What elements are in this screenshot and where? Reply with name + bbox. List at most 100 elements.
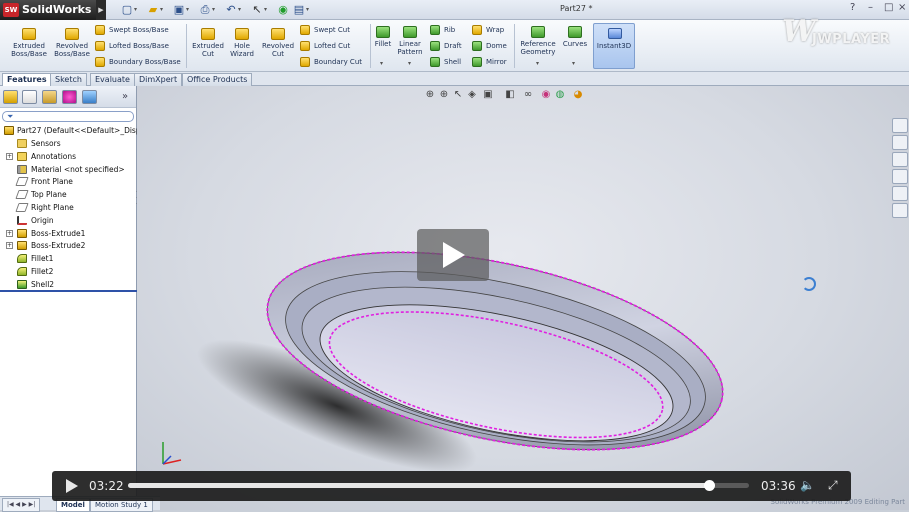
tab-features[interactable]: Features	[2, 73, 52, 87]
options-dropdown-icon[interactable]: ▾	[306, 3, 313, 17]
print-icon[interactable]: ⎙	[198, 3, 212, 17]
tab-sketch[interactable]: Sketch	[50, 73, 87, 86]
instant3d-button[interactable]: Instant3D	[593, 23, 635, 69]
play-icon[interactable]	[66, 479, 78, 493]
restore-button[interactable]: □	[884, 2, 893, 13]
reference-geometry-label: Reference Geometry	[520, 40, 556, 56]
play-icon	[443, 242, 465, 268]
open-dropdown-icon[interactable]: ▾	[160, 3, 167, 17]
fm-expand-icon[interactable]: »	[122, 91, 128, 102]
hole-wizard-button[interactable]: Hole Wizard	[227, 28, 257, 58]
curves-button[interactable]: Curves	[561, 26, 589, 48]
curves-dropdown-icon[interactable]: ▾	[572, 60, 575, 67]
draft-button[interactable]: Draft	[430, 40, 462, 52]
video-seek-handle[interactable]	[703, 480, 715, 491]
linear-pattern-button[interactable]: Linear Pattern	[396, 26, 424, 56]
rebuild-icon[interactable]: ◉	[276, 3, 290, 17]
anno-icon	[17, 151, 27, 161]
feature-tree-filter[interactable]: ⏷	[2, 111, 134, 122]
revolved-cut-button[interactable]: Revolved Cut	[259, 28, 297, 58]
extruded-cut-button[interactable]: Extruded Cut	[190, 28, 226, 58]
dimxpert-manager-icon[interactable]	[62, 90, 77, 104]
help-button[interactable]: ?	[850, 2, 855, 13]
feature-tree-item-label: Boss-Extrude2	[31, 241, 86, 251]
reference-geometry-icon	[531, 26, 545, 38]
video-seek-bar[interactable]	[128, 480, 749, 491]
new-dropdown-icon[interactable]: ▾	[134, 3, 141, 17]
design-library-icon[interactable]	[892, 135, 908, 150]
configuration-manager-icon[interactable]	[42, 90, 57, 104]
new-icon[interactable]: ▢	[120, 3, 134, 17]
menu-flyout-arrow[interactable]: ▶	[96, 0, 106, 20]
swept-cut-button[interactable]: Swept Cut	[300, 24, 350, 36]
rollback-bar[interactable]	[0, 290, 137, 292]
feature-tree-item-label: Right Plane	[31, 203, 74, 212]
appearances-icon[interactable]	[892, 186, 908, 201]
select-icon[interactable]: ↖	[250, 3, 264, 17]
lofted-cut-button[interactable]: Lofted Cut	[300, 40, 350, 52]
feature-tree-item-label: Boss-Extrude1	[31, 228, 86, 238]
undo-dropdown-icon[interactable]: ▾	[238, 3, 245, 17]
extruded-cut-icon	[201, 28, 215, 40]
boundary-boss-button[interactable]: Boundary Boss/Base	[95, 56, 181, 68]
shell-button[interactable]: Shell	[430, 56, 461, 68]
solidworks-logo[interactable]: SW SolidWorks	[0, 0, 96, 20]
fillet-label: Fillet	[374, 40, 392, 48]
lofted-boss-button[interactable]: Lofted Boss/Base	[95, 40, 169, 52]
video-progress-fill	[128, 483, 709, 488]
app-name: SolidWorks	[22, 3, 92, 16]
save-icon[interactable]: ▣	[172, 3, 186, 17]
reference-geometry-button[interactable]: Reference Geometry	[518, 26, 558, 56]
wrap-button[interactable]: Wrap	[472, 24, 504, 36]
tab-office-products[interactable]: Office Products	[182, 73, 253, 86]
expand-icon[interactable]: +	[6, 229, 13, 237]
fillet-icon	[17, 267, 27, 276]
graphics-viewport[interactable]: ⊕ ⊕ ↖ ◈ ▣ ◧ ∞ ◉ ◍ ◕ ▭ ×	[137, 86, 909, 510]
swept-boss-button[interactable]: Swept Boss/Base	[95, 24, 169, 36]
ribbon-separator	[186, 24, 187, 68]
fillet-button[interactable]: Fillet	[373, 26, 393, 48]
current-time: 03:22	[89, 479, 124, 493]
fillet-dropdown-icon[interactable]: ▾	[380, 60, 383, 67]
draft-icon	[430, 41, 440, 51]
reference-geometry-dropdown-icon[interactable]: ▾	[536, 60, 539, 67]
revolved-boss-button[interactable]: Revolved Boss/Base	[52, 28, 92, 58]
minimize-button[interactable]: –	[868, 2, 873, 13]
property-manager-icon[interactable]	[22, 90, 37, 104]
swept-cut-icon	[300, 25, 310, 35]
rotate-view-icon[interactable]	[802, 277, 816, 291]
solidworks-logo-mark: SW	[3, 3, 19, 17]
rib-button[interactable]: Rib	[430, 24, 455, 36]
fullscreen-icon[interactable]: ⤢	[828, 478, 838, 493]
save-dropdown-icon[interactable]: ▾	[186, 3, 193, 17]
draft-label: Draft	[444, 42, 462, 50]
options-icon[interactable]: ▤	[292, 3, 306, 17]
jwplayer-watermark: W JWPLAYER	[782, 14, 907, 54]
open-icon[interactable]: ▰	[146, 3, 160, 17]
boundary-cut-button[interactable]: Boundary Cut	[300, 56, 362, 68]
extruded-boss-button[interactable]: Extruded Boss/Base	[8, 28, 50, 58]
lofted-cut-label: Lofted Cut	[314, 42, 351, 50]
instant3d-icon	[608, 28, 622, 39]
close-button[interactable]: ×	[898, 2, 906, 13]
select-dropdown-icon[interactable]: ▾	[264, 3, 271, 17]
linear-pattern-dropdown-icon[interactable]: ▾	[408, 60, 411, 67]
undo-icon[interactable]: ↶	[224, 3, 238, 17]
print-dropdown-icon[interactable]: ▾	[212, 3, 219, 17]
part-icon	[4, 126, 14, 135]
tab-evaluate[interactable]: Evaluate	[90, 73, 135, 86]
volume-icon[interactable]: 🔈	[800, 478, 815, 492]
custom-properties-icon[interactable]	[892, 203, 908, 218]
tab-dimxpert[interactable]: DimXpert	[134, 73, 183, 86]
display-manager-icon[interactable]	[82, 90, 97, 104]
feature-tree-icon[interactable]	[3, 90, 18, 104]
expand-icon[interactable]: +	[6, 152, 13, 160]
search-icon[interactable]	[892, 169, 908, 184]
revolved-cut-label: Revolved Cut	[261, 42, 295, 58]
expand-icon[interactable]: +	[6, 242, 13, 250]
resources-icon[interactable]	[892, 118, 908, 133]
dome-button[interactable]: Dome	[472, 40, 507, 52]
video-play-overlay-button[interactable]	[417, 229, 489, 281]
mirror-button[interactable]: Mirror	[472, 56, 507, 68]
file-explorer-icon[interactable]	[892, 152, 908, 167]
